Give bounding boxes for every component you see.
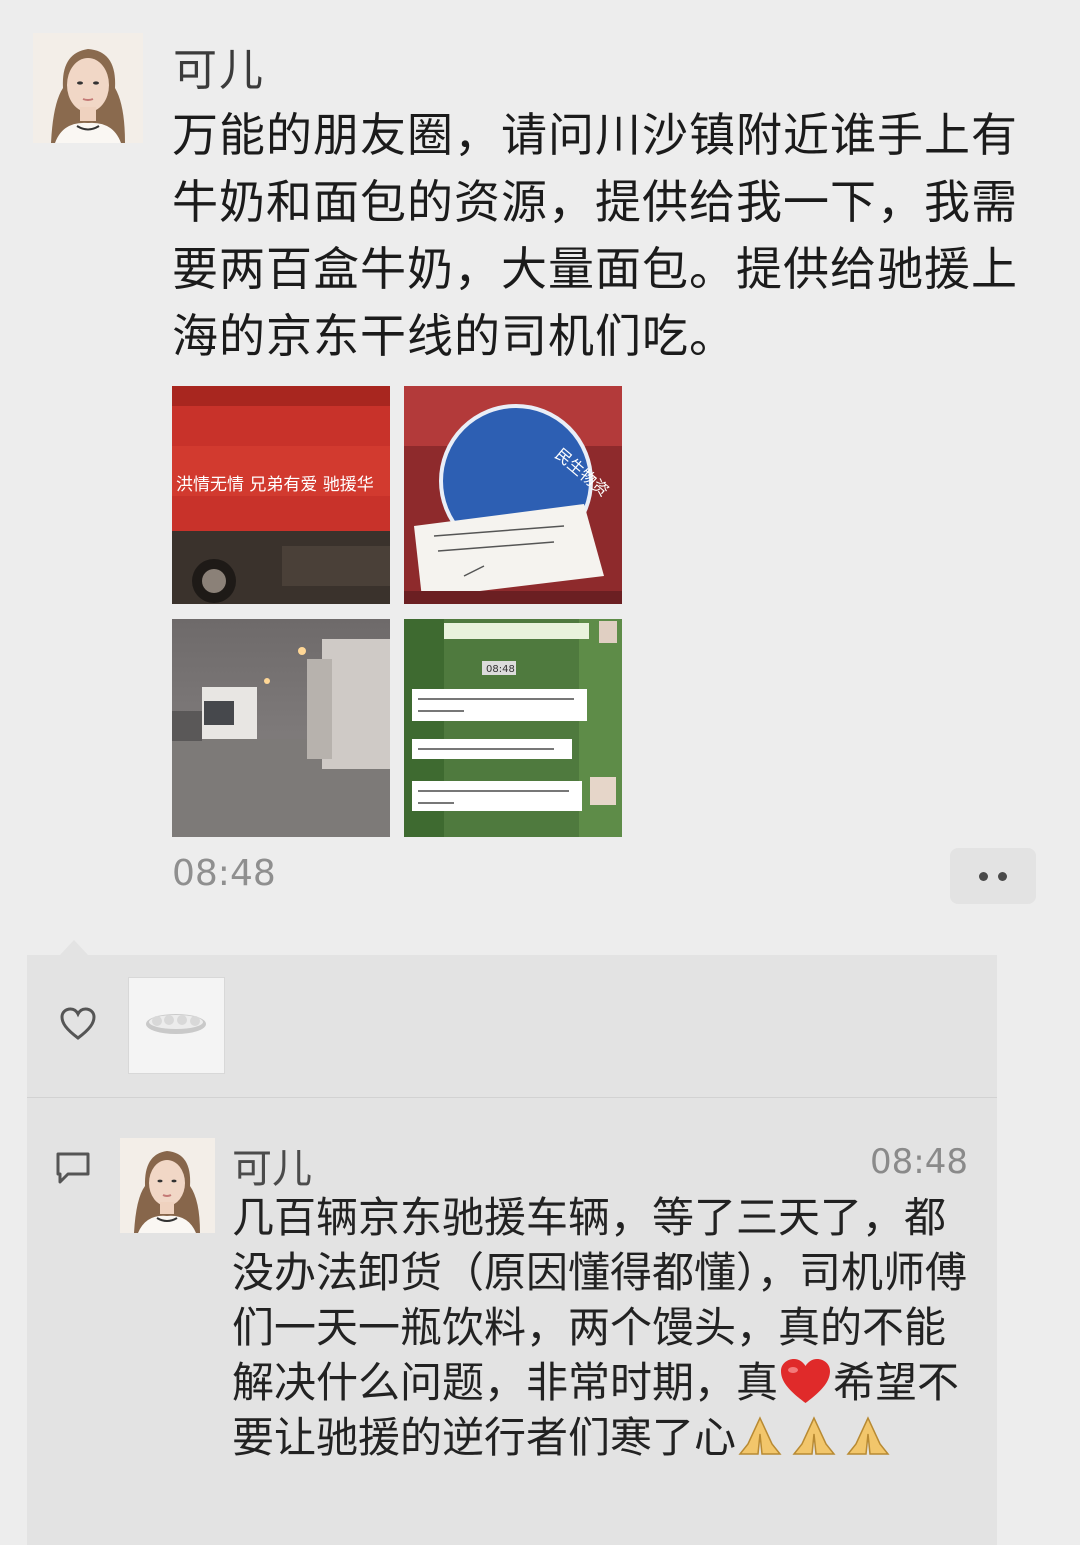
likes-row <box>27 955 997 1097</box>
comment-text: 几百辆京东驰援车辆，等了三天了，都没办法卸货（原因懂得都懂），司机师傅们一天一瓶… <box>232 1190 972 1465</box>
liker-avatar[interactable] <box>128 977 225 1074</box>
trucks-at-night-photo <box>172 619 390 837</box>
folded-hands-emoji <box>738 1416 782 1455</box>
folded-hands-emoji <box>846 1416 890 1455</box>
photo-4-caption: 08:48 <box>486 664 515 675</box>
comment-bubble-icon <box>56 1152 90 1184</box>
photo-1-caption: 洪情无情 兄弟有爱 驰援华 <box>176 475 374 495</box>
post-author-name[interactable]: 可儿 <box>173 34 265 98</box>
commenter-avatar[interactable] <box>120 1138 215 1233</box>
post-text: 万能的朋友圈，请问川沙镇附近谁手上有牛奶和面包的资源，提供给我一下，我需要两百盒… <box>172 108 1018 363</box>
chat-screenshot-photo: 08:48 <box>404 619 622 837</box>
post-photo-3[interactable] <box>172 619 390 837</box>
panel-divider <box>27 1097 997 1098</box>
moments-post: 可儿 万能的朋友圈，请问川沙镇附近谁手上有牛奶和面包的资源，提供给我一下，我需要… <box>0 0 1080 1545</box>
more-dot-icon <box>998 871 1007 881</box>
post-photo-2[interactable]: 民生物资 <box>404 386 622 604</box>
post-photo-1[interactable]: 洪情无情 兄弟有爱 驰援华 <box>172 386 390 604</box>
comment-timestamp: 08:48 <box>870 1142 968 1182</box>
more-actions-button[interactable] <box>950 848 1036 904</box>
truck-banner-photo: 洪情无情 兄弟有爱 驰援华 <box>172 386 390 604</box>
author-avatar[interactable] <box>33 33 143 143</box>
food-box-label-photo: 民生物资 <box>404 386 622 604</box>
red-heart-emoji <box>781 1359 831 1403</box>
post-photo-4[interactable]: 08:48 <box>404 619 622 837</box>
more-dot-icon <box>979 871 988 881</box>
post-timestamp: 08:48 <box>172 853 276 894</box>
heart-outline-icon <box>60 1007 96 1040</box>
panel-pointer <box>60 940 88 955</box>
folded-hands-emoji <box>792 1416 836 1455</box>
comment-author-name[interactable]: 可儿 <box>232 1136 312 1194</box>
